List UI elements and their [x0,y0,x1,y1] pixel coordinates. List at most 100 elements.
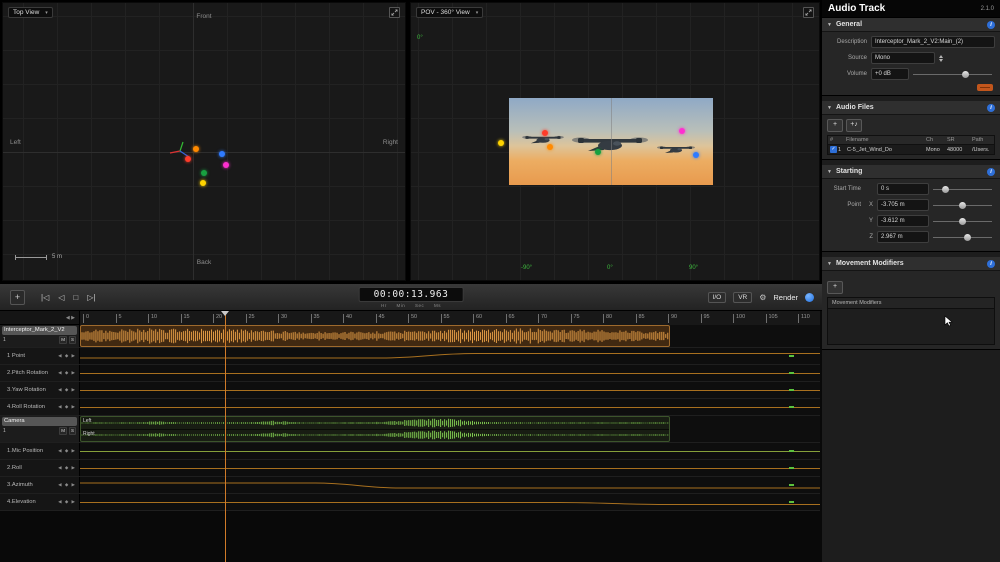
track-header-3-yaw-rotation[interactable]: 3.Yaw Rotation◀ ◆ ▶ [0,382,80,398]
section-general-header[interactable]: ▼ General i [822,18,1000,32]
particle-dot[interactable] [223,162,229,168]
step-back-button[interactable]: ◁ [58,293,64,302]
value-slider[interactable] [933,202,992,209]
add-audio-file-button[interactable]: + [827,119,843,132]
audio-file-row[interactable]: ✓1C-5_Jet_Wind_DoMono48000/Users. [828,145,994,154]
slider-knob[interactable] [942,186,949,193]
track-lane-1-point[interactable] [80,348,820,364]
volume-slider-knob[interactable] [962,71,969,78]
value-slider[interactable] [933,186,992,193]
movement-modifiers-box[interactable]: Movement Modifiers [827,297,995,345]
particle-dot[interactable] [595,149,601,155]
track-row-3-azimuth[interactable]: 3.Azimuth◀ ◆ ▶ [0,477,820,494]
particle-dot[interactable] [693,152,699,158]
stepper-icon[interactable] [939,55,943,62]
timeline-ruler[interactable]: 0510152025303540455055606570758085909510… [80,311,820,326]
info-icon[interactable]: i [987,168,995,176]
viewport-pov-360[interactable]: POV - 360° View ▾ [410,2,820,281]
automation-nav-icons[interactable]: ◀ ◆ ▶ [58,387,79,393]
track-name[interactable]: Interceptor_Mark_2_V2 [2,326,77,335]
stop-button[interactable]: □ [73,293,78,302]
collapse-triangle-icon[interactable]: ▼ [827,261,832,267]
track-row-2-pitch-rotation[interactable]: 2.Pitch Rotation◀ ◆ ▶ [0,365,820,382]
track-lane-2-pitch-rotation[interactable] [80,365,820,381]
info-icon[interactable]: i [987,21,995,29]
particle-dot[interactable] [185,156,191,162]
track-row-4-elevation[interactable]: 4.Elevation◀ ◆ ▶ [0,494,820,511]
value-slider[interactable] [933,234,992,241]
mute-button[interactable]: M [59,427,67,435]
slider-knob[interactable] [964,234,971,241]
track-header-interceptor-mark-2-v2[interactable]: Interceptor_Mark_2_V21MS [0,325,80,347]
automation-nav-icons[interactable]: ◀ ◆ ▶ [58,465,79,471]
track-row-1-mic-position[interactable]: 1.Mic Position◀ ◆ ▶ [0,443,820,460]
track-row-4-roll-rotation[interactable]: 4.Roll Rotation◀ ◆ ▶ [0,399,820,416]
value-field[interactable]: 0 s [877,183,929,195]
render-button[interactable]: Render [773,293,798,302]
skip-to-start-button[interactable]: |◁ [41,293,49,302]
render-status-indicator[interactable] [805,293,814,302]
particle-dot[interactable] [679,128,685,134]
track-lane-3-yaw-rotation[interactable] [80,382,820,398]
track-header-camera[interactable]: Camera1MS [0,416,80,442]
track-lane-4-roll-rotation[interactable] [80,399,820,415]
track-row-2-roll[interactable]: 2.Roll◀ ◆ ▶ [0,460,820,477]
description-field[interactable]: Interceptor_Mark_2_V2:Main_(2) [871,36,995,48]
automation-nav-icons[interactable]: ◀ ◆ ▶ [58,353,79,359]
add-audio-file-media-button[interactable]: +♪ [846,119,862,132]
track-row-1-point[interactable]: 1 Point◀ ◆ ▶ [0,348,820,365]
expand-viewport-icon[interactable] [389,7,400,18]
collapse-triangle-icon[interactable]: ▼ [827,169,832,175]
value-field[interactable]: 2.967 m [877,231,929,243]
track-nav-arrows-icon[interactable]: ◀ ▶ [66,315,75,321]
value-field[interactable]: -3.612 m [877,215,929,227]
particle-dot[interactable] [542,130,548,136]
track-header-1-point[interactable]: 1 Point◀ ◆ ▶ [0,348,80,364]
particle-dot[interactable] [498,140,504,146]
track-lane-2-roll[interactable] [80,460,820,476]
settings-gear-icon[interactable]: ⚙ [759,293,766,302]
particle-dot[interactable] [219,151,225,157]
play-button[interactable]: ▷| [87,293,95,302]
io-button[interactable]: I/O [708,292,727,303]
track-lane-camera[interactable]: LeftRight [80,416,820,442]
track-row-camera[interactable]: Camera1MSLeftRight [0,416,820,443]
add-track-button[interactable]: + [10,290,25,305]
viewport-top-view[interactable]: Top View ▾ Front Back Left Right 5 m [2,2,406,281]
automation-nav-icons[interactable]: ◀ ◆ ▶ [58,482,79,488]
collapse-triangle-icon[interactable]: ▼ [827,22,832,28]
track-header-4-roll-rotation[interactable]: 4.Roll Rotation◀ ◆ ▶ [0,399,80,415]
solo-button[interactable]: S [69,336,76,344]
vr-button[interactable]: VR [733,292,752,303]
collapse-triangle-icon[interactable]: ▼ [827,105,832,111]
particle-dot[interactable] [193,146,199,152]
automation-nav-icons[interactable]: ◀ ◆ ▶ [58,404,79,410]
particle-dot[interactable] [200,180,206,186]
playhead[interactable] [225,311,226,562]
automation-nav-icons[interactable]: ◀ ◆ ▶ [58,448,79,454]
track-header-2-roll[interactable]: 2.Roll◀ ◆ ▶ [0,460,80,476]
value-field[interactable]: -3.705 m [877,199,929,211]
track-lane-interceptor-mark-2-v2[interactable] [80,325,820,347]
track-color-swatch[interactable] [977,84,993,91]
track-lane-3-azimuth[interactable] [80,477,820,493]
track-header-4-elevation[interactable]: 4.Elevation◀ ◆ ▶ [0,494,80,510]
slider-knob[interactable] [959,202,966,209]
pov-view-selector[interactable]: POV - 360° View ▾ [416,7,483,18]
particle-dot[interactable] [201,170,207,176]
audio-clip-interceptor-mark-2-v2[interactable] [80,325,670,347]
volume-field[interactable]: +0 dB [871,68,909,80]
track-lane-1-mic-position[interactable] [80,443,820,459]
automation-nav-icons[interactable]: ◀ ◆ ▶ [58,370,79,376]
info-icon[interactable]: i [987,104,995,112]
mute-button[interactable]: M [59,336,67,344]
track-header-3-azimuth[interactable]: 3.Azimuth◀ ◆ ▶ [0,477,80,493]
top-view-selector[interactable]: Top View ▾ [8,7,53,18]
track-name[interactable]: Camera [2,417,77,426]
file-enabled-checkbox[interactable]: ✓ [830,146,837,153]
section-movement-header[interactable]: ▼ Movement Modifiers i [822,257,1000,271]
automation-nav-icons[interactable]: ◀ ◆ ▶ [58,499,79,505]
audio-clip-camera[interactable]: LeftRight [80,416,670,442]
track-header-2-pitch-rotation[interactable]: 2.Pitch Rotation◀ ◆ ▶ [0,365,80,381]
track-lane-4-elevation[interactable] [80,494,820,510]
